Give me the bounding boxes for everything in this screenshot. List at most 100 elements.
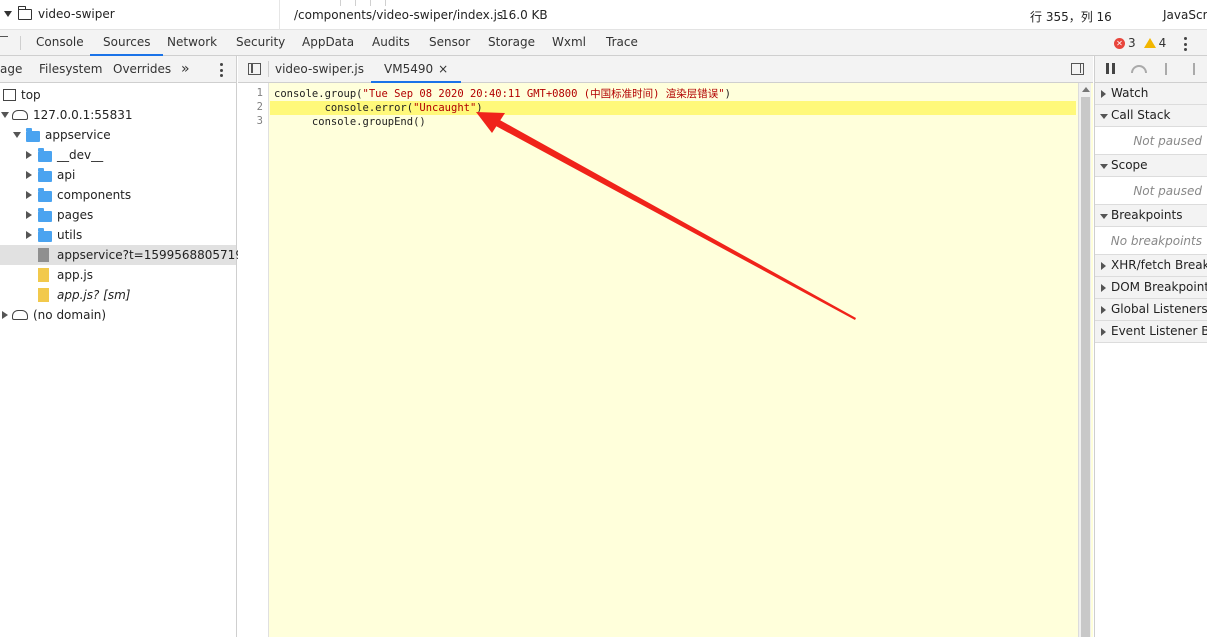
tree-item-appservice[interactable]: appservice (0, 125, 236, 145)
tree-item-label: appservice (45, 128, 111, 142)
folder-label: video-swiper (38, 7, 115, 21)
tree-item-label: __dev__ (57, 148, 104, 162)
more-tabs-icon[interactable]: » (181, 61, 190, 77)
tree-item-pages[interactable]: pages (0, 205, 236, 225)
tab-sources[interactable]: Sources (90, 30, 164, 56)
chevron-right-icon (1101, 328, 1106, 336)
tree-item-utils[interactable]: utils (0, 225, 236, 245)
tab-audits[interactable]: Audits (372, 30, 410, 56)
editor-tab-video-swiper[interactable]: video-swiper.js (275, 56, 364, 83)
chevron-right-icon[interactable] (26, 171, 32, 179)
chevron-right-icon[interactable] (26, 211, 32, 219)
editor-tab-vm5490[interactable]: VM5490 × (371, 56, 462, 83)
tree-item-app-js[interactable]: app.js (0, 265, 236, 285)
step-into-icon[interactable] (1165, 63, 1167, 75)
code-line[interactable]: console.error("Uncaught") (274, 101, 483, 115)
chevron-down-icon[interactable] (4, 11, 12, 17)
tab-network[interactable]: Network (167, 30, 217, 56)
folder-icon (38, 168, 52, 182)
breakpoints-body: No breakpoints (1095, 227, 1207, 255)
frame-icon (3, 89, 16, 101)
chevron-right-icon (1101, 90, 1106, 98)
tab-trace[interactable]: Trace (606, 30, 638, 56)
section-dom-breakpoints[interactable]: DOM Breakpoints (1095, 277, 1207, 299)
chevron-right-icon (1101, 262, 1106, 270)
tree-item-api[interactable]: api (0, 165, 236, 185)
error-icon: ✕ (1114, 37, 1125, 49)
tree-item-no-domain[interactable]: (no domain) (0, 305, 236, 325)
code-line[interactable]: console.groupEnd() (274, 115, 426, 129)
folder-icon (17, 5, 32, 20)
inspect-element-icon[interactable] (0, 36, 8, 48)
tab-storage[interactable]: Storage (488, 30, 535, 56)
section-global-listeners[interactable]: Global Listeners (1095, 299, 1207, 321)
section-watch[interactable]: Watch (1095, 83, 1207, 105)
navigator-menu-icon[interactable] (219, 63, 223, 77)
cloud-icon (12, 310, 28, 320)
folder-icon (38, 148, 52, 162)
toggle-debugger-icon[interactable] (1071, 63, 1084, 75)
tree-item-host[interactable]: 127.0.0.1:55831 (0, 105, 236, 125)
step-over-icon[interactable] (1131, 65, 1147, 73)
tree-item-label: (no domain) (33, 308, 107, 322)
tree-item-top[interactable]: top (0, 85, 236, 105)
toolbar-divider (268, 61, 269, 77)
section-event-listener-breakpoints[interactable]: Event Listener Breakpoints (1095, 321, 1207, 343)
folder-icon (38, 228, 52, 242)
close-icon[interactable]: × (438, 62, 448, 76)
tree-item-label: pages (57, 208, 94, 222)
line-number[interactable]: 2 (257, 101, 263, 113)
tab-security[interactable]: Security (236, 30, 285, 56)
scrollbar-thumb[interactable] (1081, 97, 1090, 637)
chevron-right-icon (1101, 306, 1106, 314)
tree-item-label: api (57, 168, 76, 182)
folder-icon (38, 208, 52, 222)
chevron-down-icon[interactable] (1, 112, 9, 118)
tree-item-label: 127.0.0.1:55831 (33, 108, 133, 122)
section-xhr-breakpoints[interactable]: XHR/fetch Breakpoints (1095, 255, 1207, 277)
tree-item-appservice-file[interactable]: appservice?t=1599568805719 (0, 245, 243, 265)
tree-item-components[interactable]: components (0, 185, 236, 205)
editor-tab-label: VM5490 (384, 62, 434, 76)
file-icon (38, 288, 49, 302)
scroll-up-icon[interactable] (1082, 87, 1090, 92)
pause-icon[interactable] (1106, 63, 1115, 74)
folder-row-video-swiper[interactable]: video-swiper (4, 5, 115, 23)
tree-item-dev[interactable]: __dev__ (0, 145, 236, 165)
chevron-right-icon[interactable] (26, 231, 32, 239)
line-number[interactable]: 3 (257, 115, 263, 127)
tab-filesystem[interactable]: Filesystem (39, 56, 102, 83)
issues-counter[interactable]: ✕ 3 4 (1114, 36, 1166, 50)
chevron-right-icon[interactable] (26, 191, 32, 199)
chevron-down-icon[interactable] (13, 132, 21, 138)
warning-count: 4 (1158, 36, 1167, 50)
line-number[interactable]: 1 (257, 87, 263, 99)
section-call-stack[interactable]: Call Stack (1095, 105, 1207, 127)
vertical-scrollbar[interactable] (1078, 83, 1091, 637)
tab-console[interactable]: Console (36, 30, 84, 56)
code-editor[interactable]: 1 2 3 console.group("Tue Sep 08 2020 20:… (238, 83, 1093, 637)
tree-item-label: top (21, 88, 41, 102)
code-line[interactable]: console.group("Tue Sep 08 2020 20:40:11 … (274, 87, 731, 101)
folder-icon (26, 128, 40, 142)
top-strip: video-swiper /components/video-swiper/in… (0, 0, 1207, 30)
tab-overrides[interactable]: Overrides (113, 56, 171, 83)
section-scope[interactable]: Scope (1095, 155, 1207, 177)
toolbar-divider (20, 36, 21, 50)
step-out-icon[interactable] (1193, 63, 1195, 75)
toggle-navigator-icon[interactable] (248, 63, 261, 75)
folder-icon (38, 188, 52, 202)
devtools-main-tabs: Console Sources Network Security AppData… (0, 30, 1207, 56)
chevron-right-icon[interactable] (26, 151, 32, 159)
chevron-right-icon[interactable] (2, 311, 8, 319)
tab-appdata[interactable]: AppData (302, 30, 354, 56)
section-breakpoints[interactable]: Breakpoints (1095, 205, 1207, 227)
sources-navigator: age Filesystem Overrides » top 127.0.0.1… (0, 56, 243, 637)
file-language: JavaScr (1163, 8, 1207, 22)
tree-item-app-js-sm[interactable]: app.js? [sm] (0, 285, 236, 305)
more-options-icon[interactable] (1183, 37, 1187, 51)
tab-page[interactable]: age (0, 56, 22, 83)
line-gutter[interactable]: 1 2 3 (238, 83, 269, 637)
tab-wxml[interactable]: Wxml (552, 30, 586, 56)
tab-sensor[interactable]: Sensor (429, 30, 470, 56)
